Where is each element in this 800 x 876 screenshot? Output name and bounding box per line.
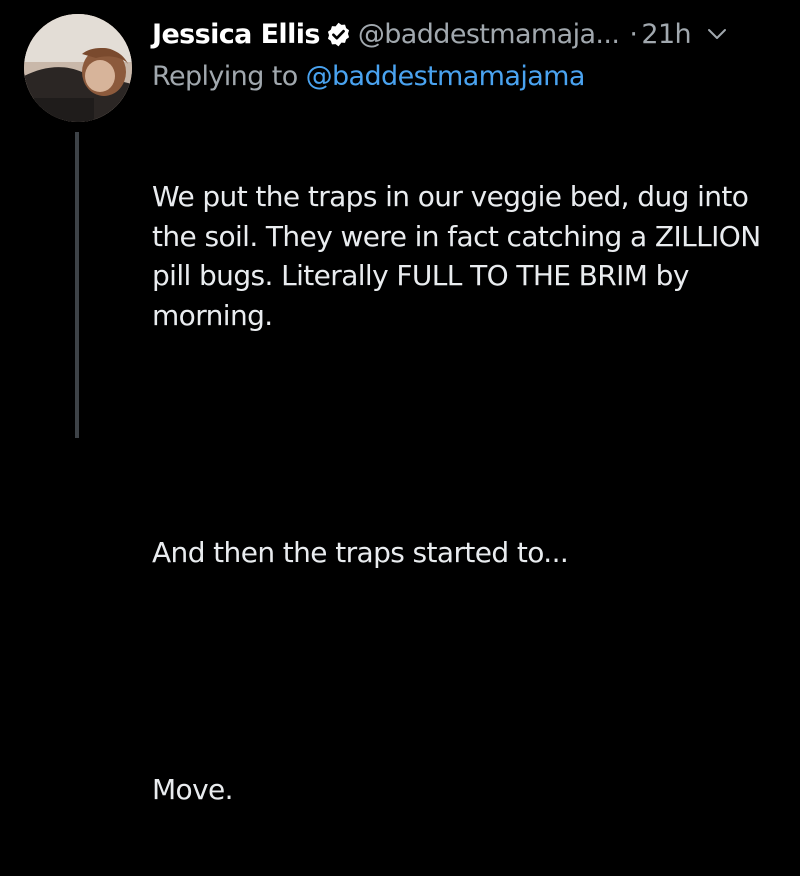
tweet[interactable]: Jessica Ellis @baddestmamaja... · 21h Re…: [0, 0, 800, 806]
separator-dot: ·: [629, 18, 638, 50]
tweet-content: Jessica Ellis @baddestmamaja... · 21h Re…: [152, 12, 782, 876]
tweet-paragraph-3: Move.: [152, 772, 234, 806]
replying-to: Replying to @baddestmamajama: [152, 56, 782, 98]
tweet-text: We put the traps in our veggie bed, dug …: [152, 98, 782, 876]
tweet-paragraph-1: We put the traps in our veggie bed, dug …: [152, 180, 769, 332]
replying-to-label: Replying to: [152, 61, 306, 92]
verified-badge-icon: [325, 21, 352, 48]
reply-to-handle-link[interactable]: @baddestmamajama: [306, 61, 586, 92]
thread-line: [75, 132, 79, 438]
author-name[interactable]: Jessica Ellis: [152, 19, 320, 50]
avatar-image: [24, 14, 132, 122]
timestamp[interactable]: 21h: [641, 19, 691, 50]
avatar[interactable]: [24, 14, 132, 122]
author-handle[interactable]: @baddestmamaja...: [358, 19, 620, 50]
tweet-paragraph-2: And then the traps started to...: [152, 535, 569, 569]
tweet-header: Jessica Ellis @baddestmamaja... · 21h: [152, 12, 782, 56]
chevron-down-icon[interactable]: [707, 27, 727, 41]
